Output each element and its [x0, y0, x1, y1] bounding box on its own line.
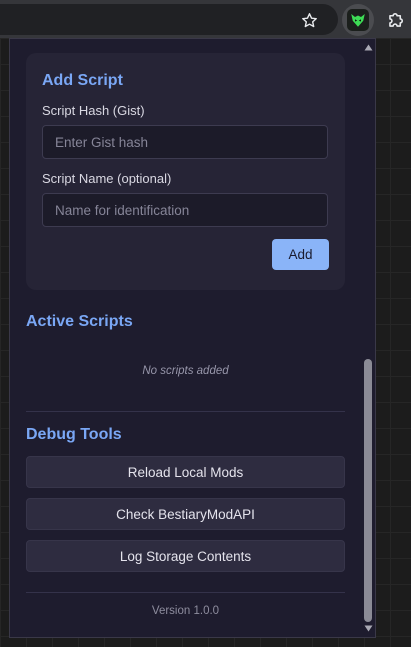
active-scripts-title: Active Scripts — [26, 313, 133, 330]
scrollbar[interactable] — [362, 39, 375, 637]
address-bar[interactable] — [0, 4, 338, 35]
section-divider — [26, 411, 345, 412]
add-script-title: Add Script — [42, 72, 123, 89]
scroll-up-arrow-icon[interactable] — [364, 43, 373, 51]
scrollbar-thumb[interactable] — [364, 359, 372, 622]
extension-icon[interactable] — [342, 4, 374, 36]
script-name-label: Script Name (optional) — [42, 171, 172, 186]
footer-divider — [26, 592, 345, 593]
add-row: Add — [42, 239, 329, 270]
reload-local-mods-button[interactable]: Reload Local Mods — [26, 456, 345, 488]
add-button[interactable]: Add — [272, 239, 329, 270]
browser-toolbar — [0, 0, 411, 38]
check-bestiary-mod-api-button[interactable]: Check BestiaryModAPI — [26, 498, 345, 530]
log-storage-contents-button[interactable]: Log Storage Contents — [26, 540, 345, 572]
popup-content: Add Script Script Hash (Gist) Script Nam… — [26, 53, 345, 617]
debug-tools-title: Debug Tools — [26, 426, 122, 443]
script-hash-label: Script Hash (Gist) — [42, 103, 145, 118]
no-scripts-message: No scripts added — [142, 365, 229, 377]
script-name-input[interactable] — [42, 193, 328, 227]
script-hash-input[interactable] — [42, 125, 328, 159]
scroll-down-arrow-icon[interactable] — [364, 624, 373, 632]
extension-popup: Add Script Script Hash (Gist) Script Nam… — [9, 38, 376, 638]
bookmark-star-icon[interactable] — [296, 7, 322, 33]
add-script-card: Add Script Script Hash (Gist) Script Nam… — [26, 53, 345, 290]
puzzle-icon[interactable] — [381, 6, 409, 34]
version-text: Version 1.0.0 — [151, 605, 220, 617]
